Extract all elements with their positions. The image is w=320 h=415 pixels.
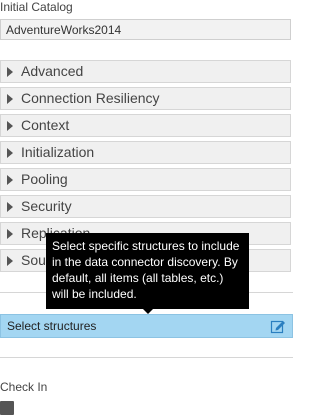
- divider: [0, 357, 293, 358]
- expand-arrow-icon: [7, 229, 13, 239]
- section-label: Initialization: [21, 144, 95, 160]
- section-connection-resiliency[interactable]: Connection Resiliency: [0, 87, 291, 110]
- section-pooling[interactable]: Pooling: [0, 168, 291, 191]
- section-initialization[interactable]: Initialization: [0, 141, 291, 164]
- expand-arrow-icon: [7, 256, 13, 266]
- expand-arrow-icon: [7, 67, 13, 77]
- select-structures-button[interactable]: Select structures: [0, 314, 293, 338]
- expand-arrow-icon: [7, 148, 13, 158]
- expand-arrow-icon: [7, 202, 13, 212]
- check-in-checkbox[interactable]: [0, 401, 14, 415]
- section-label: Pooling: [21, 171, 68, 187]
- initial-catalog-label: Initial Catalog: [0, 0, 73, 14]
- section-label: Context: [21, 117, 70, 133]
- section-label: Security: [21, 198, 72, 214]
- expand-arrow-icon: [7, 94, 13, 104]
- edit-icon[interactable]: [270, 318, 286, 334]
- tooltip-arrow: [143, 309, 153, 314]
- expand-arrow-icon: [7, 175, 13, 185]
- expand-arrow-icon: [7, 121, 13, 131]
- section-context[interactable]: Context: [0, 114, 291, 137]
- select-structures-label: Select structures: [7, 319, 97, 333]
- section-label: Connection Resiliency: [21, 90, 160, 106]
- tooltip: Select specific structures to include in…: [46, 233, 249, 309]
- initial-catalog-input[interactable]: AdventureWorks2014: [0, 19, 291, 40]
- section-label: Advanced: [21, 63, 84, 79]
- section-security[interactable]: Security: [0, 195, 291, 218]
- section-advanced[interactable]: Advanced: [0, 60, 291, 83]
- check-in-label: Check In: [0, 380, 48, 394]
